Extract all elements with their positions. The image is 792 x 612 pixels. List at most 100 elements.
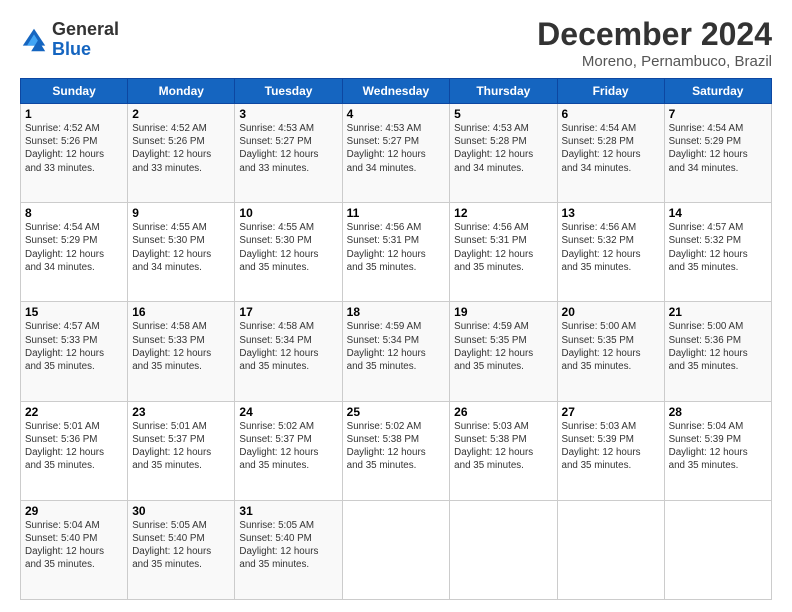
day-info: Sunrise: 4:56 AM Sunset: 5:32 PM Dayligh… (562, 221, 660, 274)
table-row: 18Sunrise: 4:59 AM Sunset: 5:34 PM Dayli… (342, 302, 450, 401)
table-row (664, 500, 771, 599)
day-number: 6 (562, 107, 660, 121)
table-row: 29Sunrise: 5:04 AM Sunset: 5:40 PM Dayli… (21, 500, 128, 599)
month-title: December 2024 (537, 16, 772, 53)
col-tuesday: Tuesday (235, 79, 342, 104)
day-number: 17 (239, 305, 337, 319)
logo: General Blue (20, 20, 119, 60)
table-row: 1Sunrise: 4:52 AM Sunset: 5:26 PM Daylig… (21, 104, 128, 203)
day-number: 22 (25, 405, 123, 419)
table-row: 12Sunrise: 4:56 AM Sunset: 5:31 PM Dayli… (450, 203, 557, 302)
day-info: Sunrise: 5:03 AM Sunset: 5:39 PM Dayligh… (562, 420, 660, 473)
day-number: 29 (25, 504, 123, 518)
day-info: Sunrise: 4:53 AM Sunset: 5:27 PM Dayligh… (239, 122, 337, 175)
day-number: 1 (25, 107, 123, 121)
day-info: Sunrise: 4:54 AM Sunset: 5:29 PM Dayligh… (669, 122, 767, 175)
day-number: 12 (454, 206, 552, 220)
day-number: 15 (25, 305, 123, 319)
day-info: Sunrise: 4:52 AM Sunset: 5:26 PM Dayligh… (132, 122, 230, 175)
col-friday: Friday (557, 79, 664, 104)
table-row: 8Sunrise: 4:54 AM Sunset: 5:29 PM Daylig… (21, 203, 128, 302)
table-row: 4Sunrise: 4:53 AM Sunset: 5:27 PM Daylig… (342, 104, 450, 203)
page: General Blue December 2024 Moreno, Perna… (0, 0, 792, 612)
day-number: 30 (132, 504, 230, 518)
calendar-week-row: 1Sunrise: 4:52 AM Sunset: 5:26 PM Daylig… (21, 104, 772, 203)
table-row: 3Sunrise: 4:53 AM Sunset: 5:27 PM Daylig… (235, 104, 342, 203)
day-number: 31 (239, 504, 337, 518)
day-info: Sunrise: 5:05 AM Sunset: 5:40 PM Dayligh… (132, 519, 230, 572)
table-row (557, 500, 664, 599)
day-number: 21 (669, 305, 767, 319)
day-info: Sunrise: 5:02 AM Sunset: 5:37 PM Dayligh… (239, 420, 337, 473)
day-number: 24 (239, 405, 337, 419)
day-info: Sunrise: 4:58 AM Sunset: 5:33 PM Dayligh… (132, 320, 230, 373)
col-monday: Monday (128, 79, 235, 104)
table-row: 20Sunrise: 5:00 AM Sunset: 5:35 PM Dayli… (557, 302, 664, 401)
table-row: 28Sunrise: 5:04 AM Sunset: 5:39 PM Dayli… (664, 401, 771, 500)
table-row: 31Sunrise: 5:05 AM Sunset: 5:40 PM Dayli… (235, 500, 342, 599)
table-row: 6Sunrise: 4:54 AM Sunset: 5:28 PM Daylig… (557, 104, 664, 203)
table-row: 14Sunrise: 4:57 AM Sunset: 5:32 PM Dayli… (664, 203, 771, 302)
day-number: 13 (562, 206, 660, 220)
table-row: 24Sunrise: 5:02 AM Sunset: 5:37 PM Dayli… (235, 401, 342, 500)
day-info: Sunrise: 5:01 AM Sunset: 5:37 PM Dayligh… (132, 420, 230, 473)
table-row: 2Sunrise: 4:52 AM Sunset: 5:26 PM Daylig… (128, 104, 235, 203)
day-number: 25 (347, 405, 446, 419)
calendar-week-row: 22Sunrise: 5:01 AM Sunset: 5:36 PM Dayli… (21, 401, 772, 500)
table-row: 17Sunrise: 4:58 AM Sunset: 5:34 PM Dayli… (235, 302, 342, 401)
day-info: Sunrise: 4:56 AM Sunset: 5:31 PM Dayligh… (454, 221, 552, 274)
day-info: Sunrise: 5:01 AM Sunset: 5:36 PM Dayligh… (25, 420, 123, 473)
day-info: Sunrise: 5:03 AM Sunset: 5:38 PM Dayligh… (454, 420, 552, 473)
day-number: 7 (669, 107, 767, 121)
day-number: 28 (669, 405, 767, 419)
day-number: 19 (454, 305, 552, 319)
table-row: 25Sunrise: 5:02 AM Sunset: 5:38 PM Dayli… (342, 401, 450, 500)
day-number: 23 (132, 405, 230, 419)
table-row: 21Sunrise: 5:00 AM Sunset: 5:36 PM Dayli… (664, 302, 771, 401)
day-info: Sunrise: 4:59 AM Sunset: 5:34 PM Dayligh… (347, 320, 446, 373)
day-info: Sunrise: 5:00 AM Sunset: 5:35 PM Dayligh… (562, 320, 660, 373)
table-row: 10Sunrise: 4:55 AM Sunset: 5:30 PM Dayli… (235, 203, 342, 302)
day-info: Sunrise: 4:54 AM Sunset: 5:28 PM Dayligh… (562, 122, 660, 175)
day-info: Sunrise: 4:57 AM Sunset: 5:32 PM Dayligh… (669, 221, 767, 274)
day-info: Sunrise: 5:04 AM Sunset: 5:40 PM Dayligh… (25, 519, 123, 572)
day-number: 18 (347, 305, 446, 319)
col-saturday: Saturday (664, 79, 771, 104)
day-number: 3 (239, 107, 337, 121)
day-number: 2 (132, 107, 230, 121)
day-info: Sunrise: 5:04 AM Sunset: 5:39 PM Dayligh… (669, 420, 767, 473)
day-number: 16 (132, 305, 230, 319)
day-info: Sunrise: 5:02 AM Sunset: 5:38 PM Dayligh… (347, 420, 446, 473)
calendar: Sunday Monday Tuesday Wednesday Thursday… (20, 78, 772, 600)
day-number: 8 (25, 206, 123, 220)
table-row: 5Sunrise: 4:53 AM Sunset: 5:28 PM Daylig… (450, 104, 557, 203)
day-info: Sunrise: 4:53 AM Sunset: 5:28 PM Dayligh… (454, 122, 552, 175)
day-info: Sunrise: 4:58 AM Sunset: 5:34 PM Dayligh… (239, 320, 337, 373)
table-row: 26Sunrise: 5:03 AM Sunset: 5:38 PM Dayli… (450, 401, 557, 500)
table-row: 27Sunrise: 5:03 AM Sunset: 5:39 PM Dayli… (557, 401, 664, 500)
table-row: 11Sunrise: 4:56 AM Sunset: 5:31 PM Dayli… (342, 203, 450, 302)
day-info: Sunrise: 4:54 AM Sunset: 5:29 PM Dayligh… (25, 221, 123, 274)
day-number: 4 (347, 107, 446, 121)
col-thursday: Thursday (450, 79, 557, 104)
header: General Blue December 2024 Moreno, Perna… (20, 16, 772, 70)
location-title: Moreno, Pernambuco, Brazil (537, 53, 772, 70)
day-number: 27 (562, 405, 660, 419)
col-sunday: Sunday (21, 79, 128, 104)
table-row: 9Sunrise: 4:55 AM Sunset: 5:30 PM Daylig… (128, 203, 235, 302)
day-info: Sunrise: 4:53 AM Sunset: 5:27 PM Dayligh… (347, 122, 446, 175)
day-number: 5 (454, 107, 552, 121)
table-row: 30Sunrise: 5:05 AM Sunset: 5:40 PM Dayli… (128, 500, 235, 599)
calendar-week-row: 15Sunrise: 4:57 AM Sunset: 5:33 PM Dayli… (21, 302, 772, 401)
day-info: Sunrise: 5:00 AM Sunset: 5:36 PM Dayligh… (669, 320, 767, 373)
day-info: Sunrise: 4:52 AM Sunset: 5:26 PM Dayligh… (25, 122, 123, 175)
table-row: 13Sunrise: 4:56 AM Sunset: 5:32 PM Dayli… (557, 203, 664, 302)
table-row (342, 500, 450, 599)
day-info: Sunrise: 4:56 AM Sunset: 5:31 PM Dayligh… (347, 221, 446, 274)
logo-text: General Blue (52, 20, 119, 60)
day-info: Sunrise: 4:55 AM Sunset: 5:30 PM Dayligh… (132, 221, 230, 274)
day-info: Sunrise: 4:55 AM Sunset: 5:30 PM Dayligh… (239, 221, 337, 274)
day-number: 10 (239, 206, 337, 220)
day-number: 9 (132, 206, 230, 220)
table-row: 22Sunrise: 5:01 AM Sunset: 5:36 PM Dayli… (21, 401, 128, 500)
